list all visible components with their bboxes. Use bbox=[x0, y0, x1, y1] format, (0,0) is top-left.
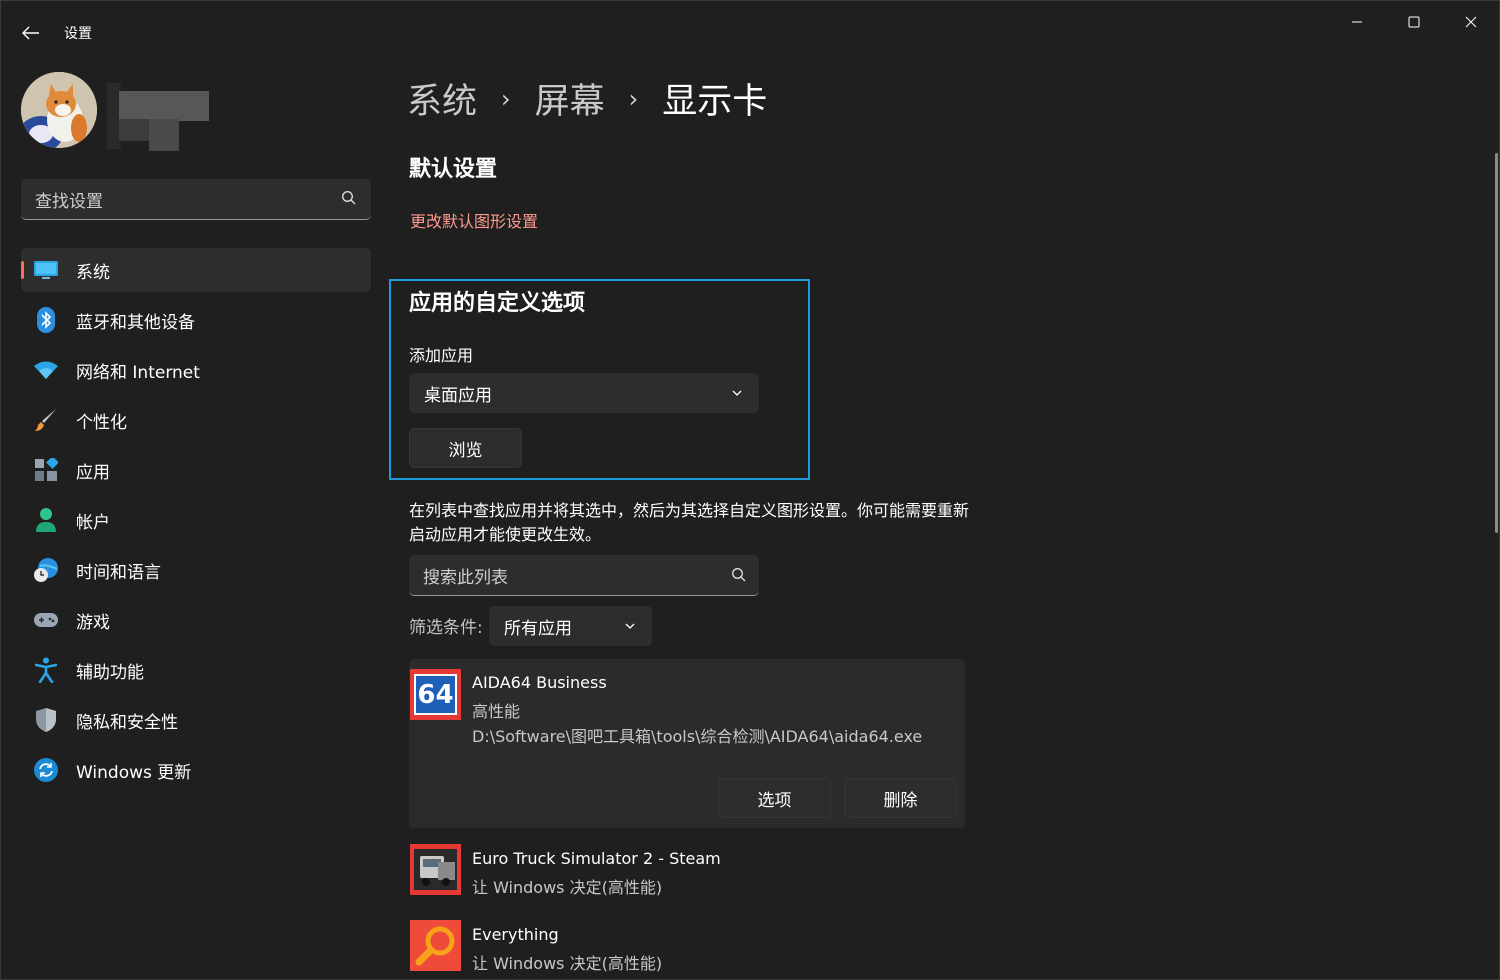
change-default-graphics-link[interactable]: 更改默认图形设置 bbox=[410, 208, 538, 232]
sidebar-item-label: Windows 更新 bbox=[76, 762, 192, 783]
sidebar-item-gaming[interactable]: 游戏 bbox=[21, 598, 371, 642]
monitor-icon bbox=[34, 261, 58, 279]
breadcrumb-separator: › bbox=[501, 84, 511, 113]
breadcrumb-system[interactable]: 系统 bbox=[407, 73, 477, 124]
breadcrumb: 系统 › 屏幕 › 显示卡 bbox=[407, 73, 767, 124]
options-button[interactable]: 选项 bbox=[718, 778, 831, 818]
sidebar-item-label: 应用 bbox=[76, 462, 110, 483]
app-path: D:\Software\图吧工具箱\tools\综合检测\AIDA64\aida… bbox=[472, 727, 923, 746]
back-button[interactable] bbox=[15, 19, 47, 47]
default-settings-title: 默认设置 bbox=[409, 157, 498, 182]
sidebar-item-accessibility[interactable]: 辅助功能 bbox=[21, 648, 371, 692]
search-icon bbox=[342, 191, 356, 205]
sidebar-item-label: 帐户 bbox=[76, 512, 110, 533]
sidebar-item-label: 游戏 bbox=[76, 612, 110, 633]
breadcrumb-separator: › bbox=[628, 84, 639, 113]
sidebar-item-windows-update[interactable]: Windows 更新 bbox=[21, 748, 371, 792]
app-name: Everything bbox=[472, 925, 559, 944]
active-indicator bbox=[21, 261, 24, 279]
settings-window: 设置 查找设置 系统 蓝牙和其他设备 网络和 Internet 个性化 应用 帐… bbox=[0, 0, 1500, 980]
maximize-icon bbox=[1408, 16, 1420, 28]
custom-options-title: 应用的自定义选项 bbox=[409, 291, 586, 316]
sidebar-item-label: 个性化 bbox=[76, 412, 127, 433]
search-icon bbox=[732, 568, 746, 582]
username-pixelated bbox=[107, 83, 211, 153]
everything-magnifier-icon bbox=[410, 920, 461, 971]
app-graphics-setting: 让 Windows 决定(高性能) bbox=[472, 954, 663, 973]
list-search-placeholder: 搜索此列表 bbox=[423, 567, 508, 588]
sidebar-item-apps[interactable]: 应用 bbox=[21, 448, 371, 492]
app-graphics-setting: 高性能 bbox=[472, 702, 521, 721]
sidebar-item-label: 系统 bbox=[76, 262, 110, 283]
avatar[interactable] bbox=[21, 72, 97, 148]
settings-search-input[interactable]: 查找设置 bbox=[21, 179, 371, 220]
close-button[interactable] bbox=[1448, 7, 1494, 37]
sidebar-item-system[interactable]: 系统 bbox=[21, 248, 371, 292]
sidebar-item-time-language[interactable]: 时间和语言 bbox=[21, 548, 371, 592]
arrow-left-icon bbox=[22, 26, 39, 40]
list-item[interactable]: Euro Truck Simulator 2 - Steam 让 Windows… bbox=[409, 844, 965, 904]
bluetooth-icon bbox=[37, 307, 55, 333]
sidebar-item-label: 时间和语言 bbox=[76, 562, 161, 583]
update-icon bbox=[34, 758, 58, 782]
add-app-label: 添加应用 bbox=[409, 346, 474, 365]
chevron-down-icon bbox=[732, 390, 742, 396]
minimize-icon bbox=[1352, 21, 1362, 23]
globe-clock-icon bbox=[34, 558, 58, 582]
app-graphics-setting: 让 Windows 决定(高性能) bbox=[472, 878, 663, 897]
delete-button[interactable]: 删除 bbox=[844, 778, 957, 818]
sidebar-item-network[interactable]: 网络和 Internet bbox=[21, 348, 371, 392]
close-icon bbox=[1465, 16, 1477, 28]
app-name: Euro Truck Simulator 2 - Steam bbox=[472, 849, 721, 868]
app-card-selected[interactable]: 64 AIDA64 Business 高性能 D:\Software\图吧工具箱… bbox=[409, 659, 965, 828]
sidebar-item-label: 蓝牙和其他设备 bbox=[76, 312, 195, 333]
app-title: 设置 bbox=[64, 26, 92, 42]
person-icon bbox=[36, 508, 56, 532]
accessibility-icon bbox=[35, 657, 57, 683]
chevron-down-icon bbox=[625, 623, 635, 629]
sidebar-item-label: 隐私和安全性 bbox=[76, 712, 178, 733]
shield-icon bbox=[36, 708, 56, 732]
sidebar-item-accounts[interactable]: 帐户 bbox=[21, 498, 371, 542]
filter-label: 筛选条件: bbox=[409, 618, 483, 638]
page-title: 显示卡 bbox=[662, 82, 768, 122]
app-type-value: 桌面应用 bbox=[424, 385, 492, 406]
filter-dropdown[interactable]: 所有应用 bbox=[489, 606, 652, 646]
aida64-icon: 64 bbox=[410, 669, 461, 720]
truck-icon bbox=[410, 844, 461, 895]
sidebar-item-privacy[interactable]: 隐私和安全性 bbox=[21, 698, 371, 742]
sidebar-nav: 系统 蓝牙和其他设备 网络和 Internet 个性化 应用 帐户 时间和语言 bbox=[21, 248, 371, 798]
cat-avatar-image bbox=[21, 72, 97, 148]
app-name: AIDA64 Business bbox=[472, 673, 607, 692]
breadcrumb-display[interactable]: 屏幕 bbox=[535, 73, 605, 124]
browse-button[interactable]: 浏览 bbox=[409, 428, 522, 468]
wifi-icon bbox=[34, 361, 58, 379]
sidebar-item-personalization[interactable]: 个性化 bbox=[21, 398, 371, 442]
maximize-button[interactable] bbox=[1391, 7, 1437, 37]
aida64-icon-text: 64 bbox=[417, 679, 454, 710]
scrollbar[interactable] bbox=[1495, 153, 1498, 533]
sidebar-item-bluetooth[interactable]: 蓝牙和其他设备 bbox=[21, 298, 371, 342]
filter-value: 所有应用 bbox=[504, 618, 572, 639]
list-description: 在列表中查找应用并将其选中，然后为其选择自定义图形设置。你可能需要重新启动应用才… bbox=[409, 501, 970, 544]
sidebar-item-label: 辅助功能 bbox=[76, 662, 144, 683]
brush-icon bbox=[35, 409, 56, 431]
apps-icon bbox=[35, 458, 58, 481]
list-item[interactable]: Everything 让 Windows 决定(高性能) bbox=[409, 920, 965, 979]
settings-search-placeholder: 查找设置 bbox=[35, 191, 103, 212]
list-search-input[interactable]: 搜索此列表 bbox=[409, 555, 759, 596]
minimize-button[interactable] bbox=[1334, 7, 1380, 37]
sidebar-item-label: 网络和 Internet bbox=[76, 362, 200, 383]
app-type-dropdown[interactable]: 桌面应用 bbox=[409, 373, 759, 413]
gamepad-icon bbox=[34, 613, 58, 627]
